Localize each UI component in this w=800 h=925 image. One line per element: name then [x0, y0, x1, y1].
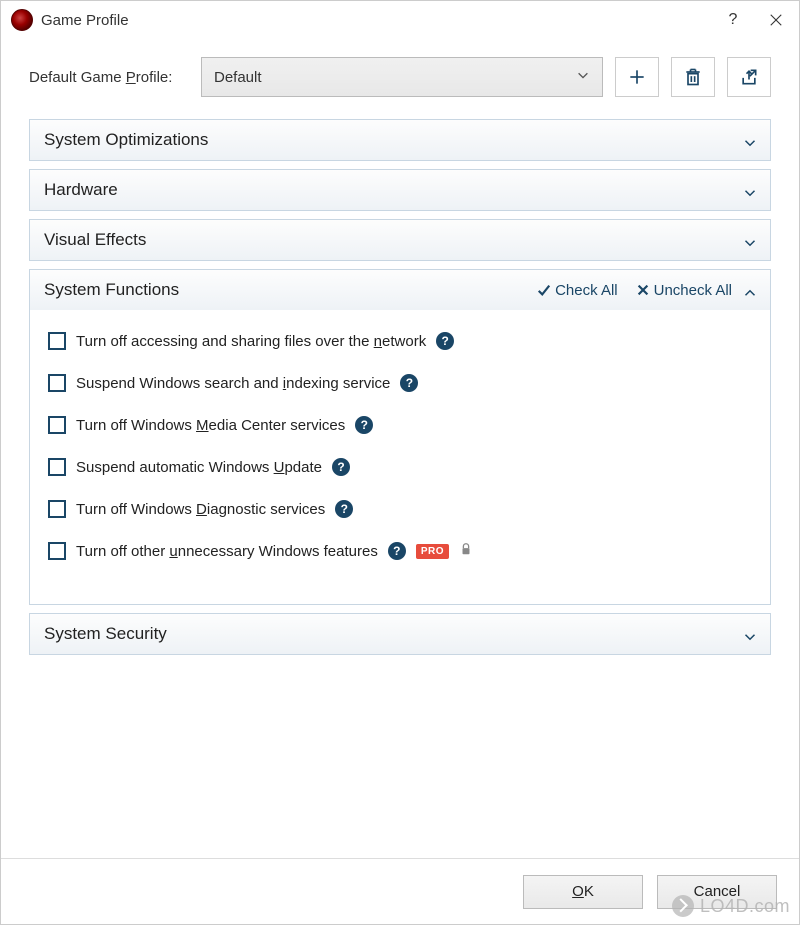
profile-label-ul: P [126, 69, 136, 86]
ok-button[interactable]: OK [523, 875, 643, 909]
checkbox[interactable] [48, 416, 66, 434]
chevron-up-icon [744, 284, 756, 296]
help-icon[interactable]: ? [400, 374, 418, 392]
section-hardware: Hardware [29, 169, 771, 211]
option-unnecessary-features: Turn off other unnecessary Windows featu… [48, 542, 752, 560]
checkbox[interactable] [48, 542, 66, 560]
chevron-down-icon [744, 134, 756, 146]
help-button[interactable]: ? [713, 1, 753, 39]
checkbox[interactable] [48, 332, 66, 350]
option-network-sharing: Turn off accessing and sharing files ove… [48, 332, 752, 350]
help-icon[interactable]: ? [436, 332, 454, 350]
export-profile-button[interactable] [727, 57, 771, 97]
option-windows-update: Suspend automatic Windows Update ? [48, 458, 752, 476]
section-title: System Optimizations [44, 130, 732, 150]
profile-label-pre: Default Game [29, 69, 126, 86]
profile-label-post: rofile: [136, 69, 173, 86]
option-media-center: Turn off Windows Media Center services ? [48, 416, 752, 434]
option-diagnostic: Turn off Windows Diagnostic services ? [48, 500, 752, 518]
uncheck-all-label: Uncheck All [654, 282, 732, 299]
option-label[interactable]: Turn off Windows Media Center services [76, 417, 345, 434]
section-body-system-functions: Turn off accessing and sharing files ove… [30, 310, 770, 604]
help-icon[interactable]: ? [332, 458, 350, 476]
x-icon [636, 283, 650, 297]
dialog-button-bar: OK Cancel [1, 858, 799, 924]
option-label[interactable]: Suspend automatic Windows Update [76, 459, 322, 476]
add-profile-button[interactable] [615, 57, 659, 97]
check-all-label: Check All [555, 282, 618, 299]
section-header-system-functions[interactable]: System Functions Check All Uncheck All [30, 270, 770, 310]
lock-icon [459, 542, 473, 560]
help-icon[interactable]: ? [335, 500, 353, 518]
checkbox[interactable] [48, 374, 66, 392]
section-system-optimizations: System Optimizations [29, 119, 771, 161]
profile-select[interactable]: Default [201, 57, 603, 97]
delete-profile-button[interactable] [671, 57, 715, 97]
section-title: System Functions [44, 280, 537, 300]
help-icon[interactable]: ? [388, 542, 406, 560]
app-icon [11, 9, 33, 31]
section-header-system-optimizations[interactable]: System Optimizations [30, 120, 770, 160]
trash-icon [683, 67, 703, 87]
plus-icon [627, 67, 647, 87]
section-header-visual-effects[interactable]: Visual Effects [30, 220, 770, 260]
close-button[interactable] [753, 1, 799, 39]
close-icon [769, 13, 783, 27]
section-system-functions: System Functions Check All Uncheck All [29, 269, 771, 605]
chevron-down-icon [744, 234, 756, 246]
option-label[interactable]: Turn off Windows Diagnostic services [76, 501, 325, 518]
titlebar: Game Profile ? [1, 1, 799, 39]
checkbox[interactable] [48, 458, 66, 476]
check-all-button[interactable]: Check All [537, 282, 618, 299]
option-label[interactable]: Turn off accessing and sharing files ove… [76, 333, 426, 350]
chevron-down-icon [744, 184, 756, 196]
profile-label: Default Game Profile: [29, 69, 189, 86]
cancel-button[interactable]: Cancel [657, 875, 777, 909]
option-label[interactable]: Turn off other unnecessary Windows featu… [76, 543, 378, 560]
section-title: Hardware [44, 180, 732, 200]
option-search-indexing: Suspend Windows search and indexing serv… [48, 374, 752, 392]
section-header-hardware[interactable]: Hardware [30, 170, 770, 210]
check-icon [537, 283, 551, 297]
uncheck-all-button[interactable]: Uncheck All [636, 282, 732, 299]
chevron-down-icon [576, 68, 590, 86]
checkbox[interactable] [48, 500, 66, 518]
option-label[interactable]: Suspend Windows search and indexing serv… [76, 375, 390, 392]
profile-select-value: Default [214, 69, 262, 86]
section-visual-effects: Visual Effects [29, 219, 771, 261]
section-title: Visual Effects [44, 230, 732, 250]
external-link-icon [739, 67, 759, 87]
profile-row: Default Game Profile: Default [29, 57, 771, 97]
section-actions: Check All Uncheck All [537, 282, 732, 299]
section-title: System Security [44, 624, 732, 644]
help-icon[interactable]: ? [355, 416, 373, 434]
game-profile-dialog: Game Profile ? Default Game Profile: Def… [0, 0, 800, 925]
section-system-security: System Security [29, 613, 771, 655]
window-title: Game Profile [41, 12, 713, 29]
content-area: Default Game Profile: Default System Opt… [1, 39, 799, 858]
chevron-down-icon [744, 628, 756, 640]
pro-badge: PRO [416, 544, 449, 559]
section-header-system-security[interactable]: System Security [30, 614, 770, 654]
